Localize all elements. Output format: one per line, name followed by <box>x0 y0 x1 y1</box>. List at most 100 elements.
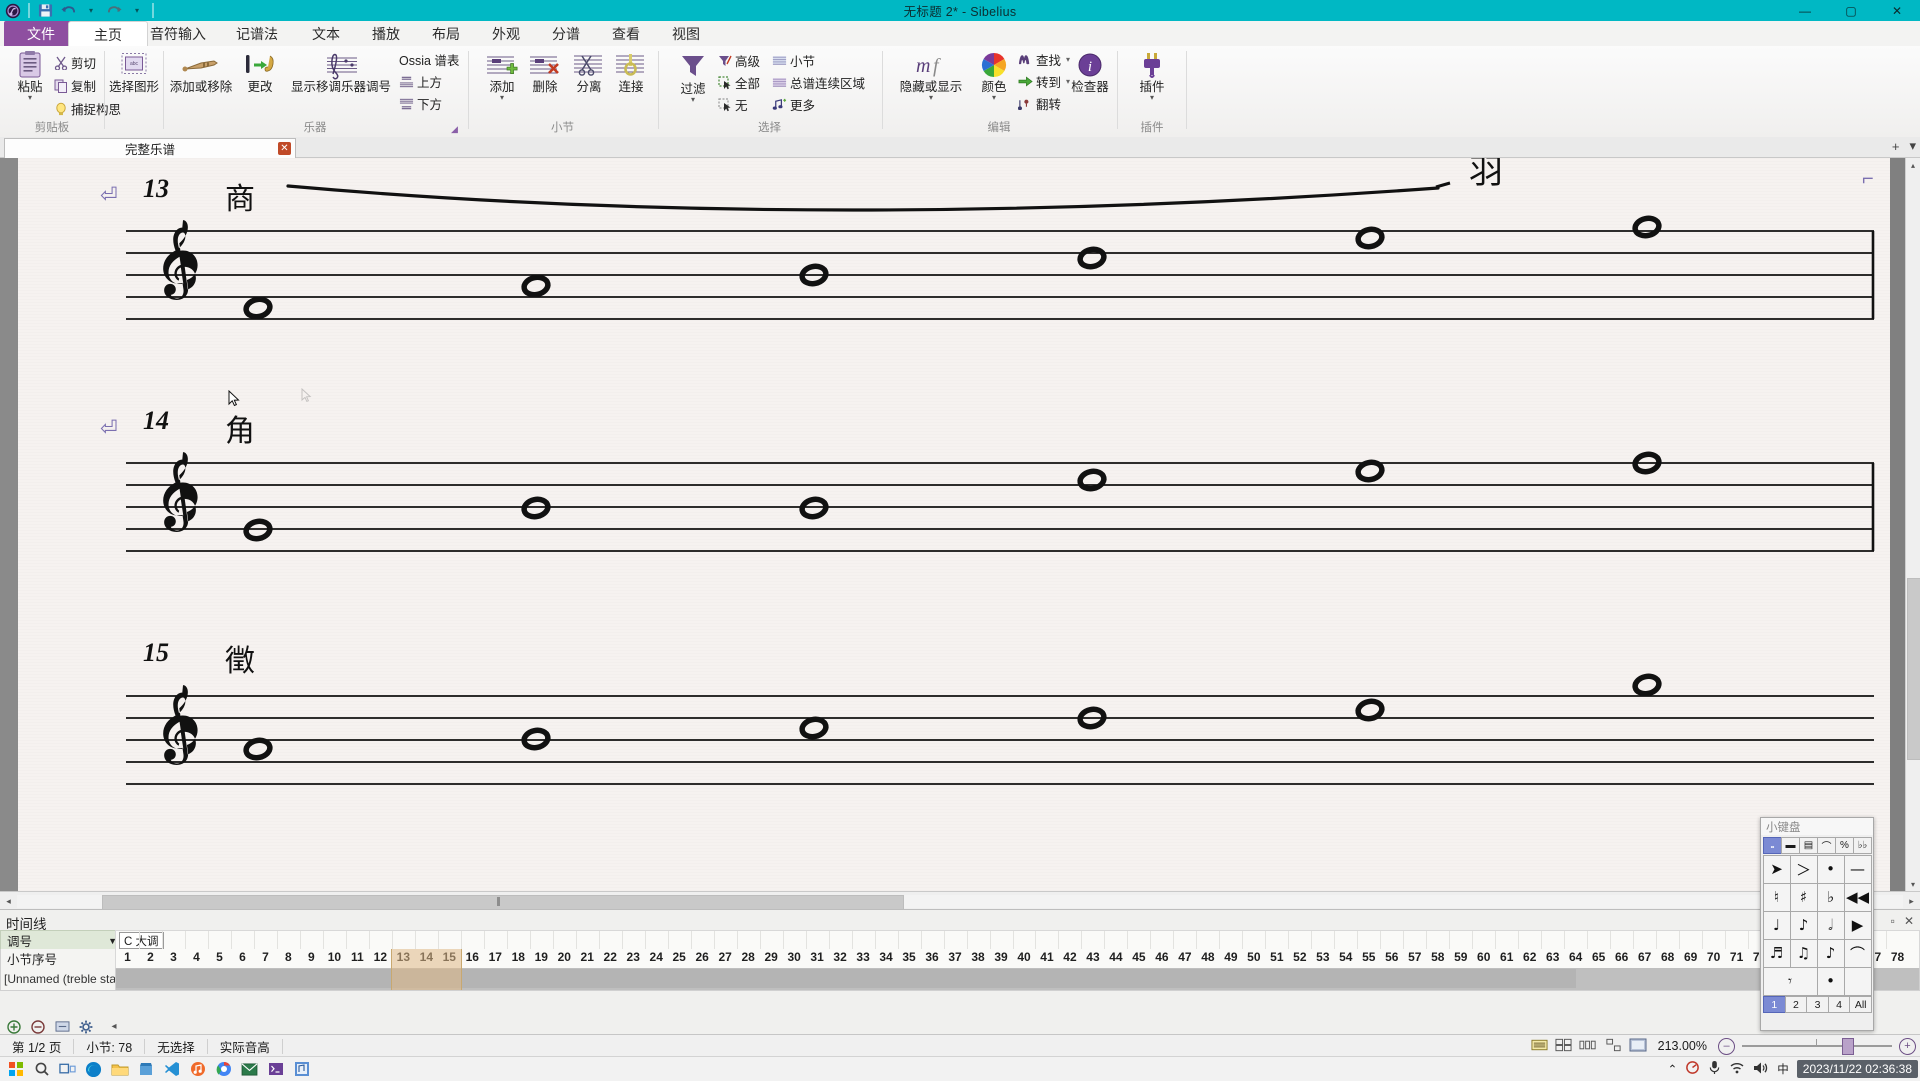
horizontal-scroll-track[interactable] <box>17 894 1903 910</box>
color-caret-icon[interactable]: ▾ <box>992 94 996 102</box>
advanced-filter-button[interactable]: 高级 <box>718 52 760 69</box>
mail-icon[interactable] <box>238 1059 261 1080</box>
close-icon[interactable]: ✕ <box>278 142 291 155</box>
timeline-bar-number[interactable]: 71 <box>1725 950 1748 964</box>
timeline-bar-number[interactable]: 52 <box>1288 950 1311 964</box>
timeline-staff-lane[interactable] <box>115 968 1920 991</box>
timeline-zoom-out-icon[interactable] <box>30 1019 46 1035</box>
paste-button[interactable]: 粘贴 ▾ <box>3 50 57 102</box>
keypad-key-tie[interactable]: ⌒ <box>1843 938 1872 968</box>
timeline-staff-block[interactable] <box>116 969 1576 988</box>
vscode-icon[interactable] <box>160 1059 183 1080</box>
select-bar-button[interactable]: 小节 <box>772 52 815 69</box>
keypad-layout-all[interactable]: All <box>1849 996 1872 1013</box>
timeline-bar-number[interactable]: 26 <box>691 950 714 964</box>
timeline-fit-icon[interactable] <box>54 1019 70 1035</box>
store-icon[interactable] <box>134 1059 157 1080</box>
timeline-bar-number[interactable]: 60 <box>1472 950 1495 964</box>
view-full-screen-icon[interactable] <box>1629 1038 1647 1055</box>
search-icon[interactable] <box>30 1059 53 1080</box>
scroll-right-icon[interactable]: ▸ <box>1903 893 1920 910</box>
timeline-bar-number[interactable]: 3 <box>162 950 185 964</box>
chrome-icon[interactable] <box>212 1059 235 1080</box>
timeline-bar-number[interactable]: 22 <box>599 950 622 964</box>
timeline-bar-number[interactable]: 10 <box>323 950 346 964</box>
keypad-key-play[interactable]: ▶ <box>1843 910 1872 940</box>
find-button[interactable]: 查找 ▾ <box>1018 51 1070 68</box>
change-instrument-button[interactable]: 更改 <box>237 52 283 94</box>
paste-caret-icon[interactable]: ▾ <box>28 94 32 102</box>
timeline-bar-number[interactable]: 34 <box>875 950 898 964</box>
keypad-key-staccato[interactable]: • <box>1816 854 1845 884</box>
ime-indicator[interactable]: 中 <box>1777 1061 1789 1077</box>
timeline-bar-number[interactable]: 45 <box>1127 950 1150 964</box>
horizontal-scrollbar[interactable]: ◂ ▸ <box>0 891 1920 910</box>
timeline-bar-number[interactable]: 40 <box>1013 950 1036 964</box>
status-pitch[interactable]: 实际音高 <box>208 1038 283 1055</box>
keypad-key-flat[interactable]: ♭ <box>1816 882 1845 912</box>
inspector-button[interactable]: i 检查器 <box>1064 52 1116 94</box>
timeline-settings-gear-icon[interactable] <box>78 1019 94 1035</box>
timeline-bar-number[interactable]: 70 <box>1702 950 1725 964</box>
view-single-page-icon[interactable] <box>1605 1038 1622 1055</box>
lyric-text-shang[interactable]: 商 <box>225 174 255 218</box>
timeline-bar-number[interactable]: 56 <box>1380 950 1403 964</box>
timeline-bar-number[interactable]: 48 <box>1196 950 1219 964</box>
timeline-bar-number[interactable]: 32 <box>829 950 852 964</box>
wifi-icon[interactable] <box>1729 1061 1745 1078</box>
keypad-key-thirtysecond-note[interactable]: ♬ <box>1762 938 1791 968</box>
timeline-collapse-icon[interactable]: ◂ <box>106 1019 122 1035</box>
new-tab-button[interactable]: + <box>1892 139 1900 154</box>
edge-browser-icon[interactable] <box>82 1059 105 1080</box>
ossia-below-button[interactable]: 下方 <box>399 95 442 112</box>
timeline-bar-number[interactable]: 24 <box>645 950 668 964</box>
plugins-caret-icon[interactable]: ▾ <box>1150 94 1154 102</box>
microphone-icon[interactable] <box>1708 1060 1721 1078</box>
select-none-button[interactable]: 无 <box>718 96 748 113</box>
vertical-scroll-thumb[interactable] <box>1907 578 1920 760</box>
system-break-marker-1[interactable]: ⏎ <box>100 183 118 208</box>
timeline-bar-number[interactable]: 23 <box>622 950 645 964</box>
sibelius-taskbar-icon[interactable] <box>290 1059 313 1080</box>
filter-button[interactable]: 过滤 ▾ <box>666 52 720 104</box>
timeline-bar-number[interactable]: 9 <box>300 950 323 964</box>
keypad-tool-common-notes[interactable]: 𝅝 <box>1763 837 1782 854</box>
keypad-panel[interactable]: 小键盘 𝅝 ▬ ▤ ⌒ % ♭♭ ➤ ＞ • — ♮ ♯ ♭ ◀◀ ♩ ♪ 𝅗𝅥… <box>1760 817 1874 1031</box>
keypad-key-whole-note[interactable]: 𝅗𝅥 <box>1816 910 1845 940</box>
keypad-layout-2[interactable]: 2 <box>1784 996 1808 1013</box>
timeline-bar-number[interactable]: 6 <box>231 950 254 964</box>
timeline-bar-number[interactable]: 63 <box>1541 950 1564 964</box>
timeline-restore-icon[interactable]: ▫ <box>1891 914 1895 928</box>
timeline-bar-number[interactable]: 38 <box>967 950 990 964</box>
timeline-bar-number[interactable]: 37 <box>944 950 967 964</box>
zoom-slider[interactable] <box>1742 1037 1892 1055</box>
clock[interactable]: 2023/11/22 02:36:38 <box>1796 1060 1918 1078</box>
timeline-zoom-in-icon[interactable] <box>6 1019 22 1035</box>
timeline-bar-number[interactable]: 69 <box>1679 950 1702 964</box>
keypad-tool-accidentals[interactable]: ♭♭ <box>1853 837 1872 854</box>
timeline-lanes[interactable]: C 大调 12345678910111213141516171819202122… <box>115 930 1920 1018</box>
timeline-bar-number[interactable]: 39 <box>990 950 1013 964</box>
keypad-key-accent[interactable]: ＞ <box>1789 854 1818 884</box>
timeline-bar-number[interactable]: 17 <box>484 950 507 964</box>
view-horizontal-icon[interactable] <box>1579 1038 1598 1055</box>
keypad-layout-3[interactable]: 3 <box>1806 996 1829 1013</box>
timeline-bar-number[interactable]: 16 <box>461 950 484 964</box>
timeline-bar-number[interactable]: 33 <box>852 950 875 964</box>
tray-expand-icon[interactable]: ⌃ <box>1668 1062 1678 1076</box>
timeline-bar-number[interactable]: 35 <box>898 950 921 964</box>
timeline-bar-number[interactable]: 12 <box>369 950 392 964</box>
timeline-bar-number[interactable]: 46 <box>1150 950 1173 964</box>
flip-button[interactable]: 翻转 <box>1018 95 1061 112</box>
keypad-key-natural[interactable]: ♮ <box>1762 882 1791 912</box>
timeline-bar-number[interactable]: 47 <box>1173 950 1196 964</box>
lyric-text-yu[interactable]: 羽 <box>1469 158 1503 193</box>
timeline-bar-number[interactable]: 42 <box>1058 950 1081 964</box>
tab-file[interactable]: 文件 <box>4 21 78 46</box>
timeline-bar-number[interactable]: 68 <box>1656 950 1679 964</box>
timeline-bar-number[interactable]: 64 <box>1564 950 1587 964</box>
plugins-button[interactable]: 插件 ▾ <box>1125 52 1179 102</box>
keypad-key-tenuto[interactable]: — <box>1843 854 1872 884</box>
score-page[interactable]: ⏎ ⏎ 13 14 15 羽 商 角 徵 <box>18 158 1890 891</box>
keypad-layout-1[interactable]: 1 <box>1763 996 1786 1013</box>
